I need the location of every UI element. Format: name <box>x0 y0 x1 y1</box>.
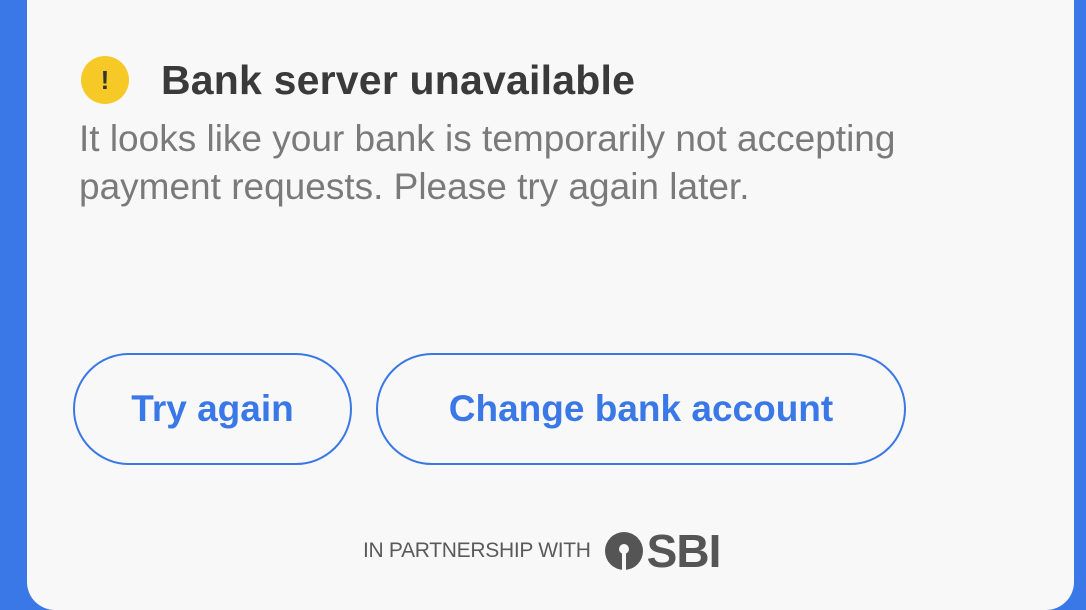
dialog-title: Bank server unavailable <box>161 56 636 103</box>
dialog-message: It looks like your bank is temporarily n… <box>79 118 896 207</box>
dialog-header: ! Bank server unavailable <box>81 56 635 104</box>
partnership-footer: IN PARTNERSHIP WITH SBI <box>363 525 722 577</box>
change-bank-account-button[interactable]: Change bank account <box>376 353 906 465</box>
warning-glyph: ! <box>100 65 110 95</box>
partnership-label: IN PARTNERSHIP WITH <box>363 539 591 562</box>
warning-icon: ! <box>81 56 129 104</box>
sbi-logo-icon <box>604 532 643 570</box>
try-again-button[interactable]: Try again <box>73 353 352 465</box>
error-dialog-card: ! Bank server unavailable It looks like … <box>27 0 1074 610</box>
partner-name: SBI <box>646 525 722 577</box>
